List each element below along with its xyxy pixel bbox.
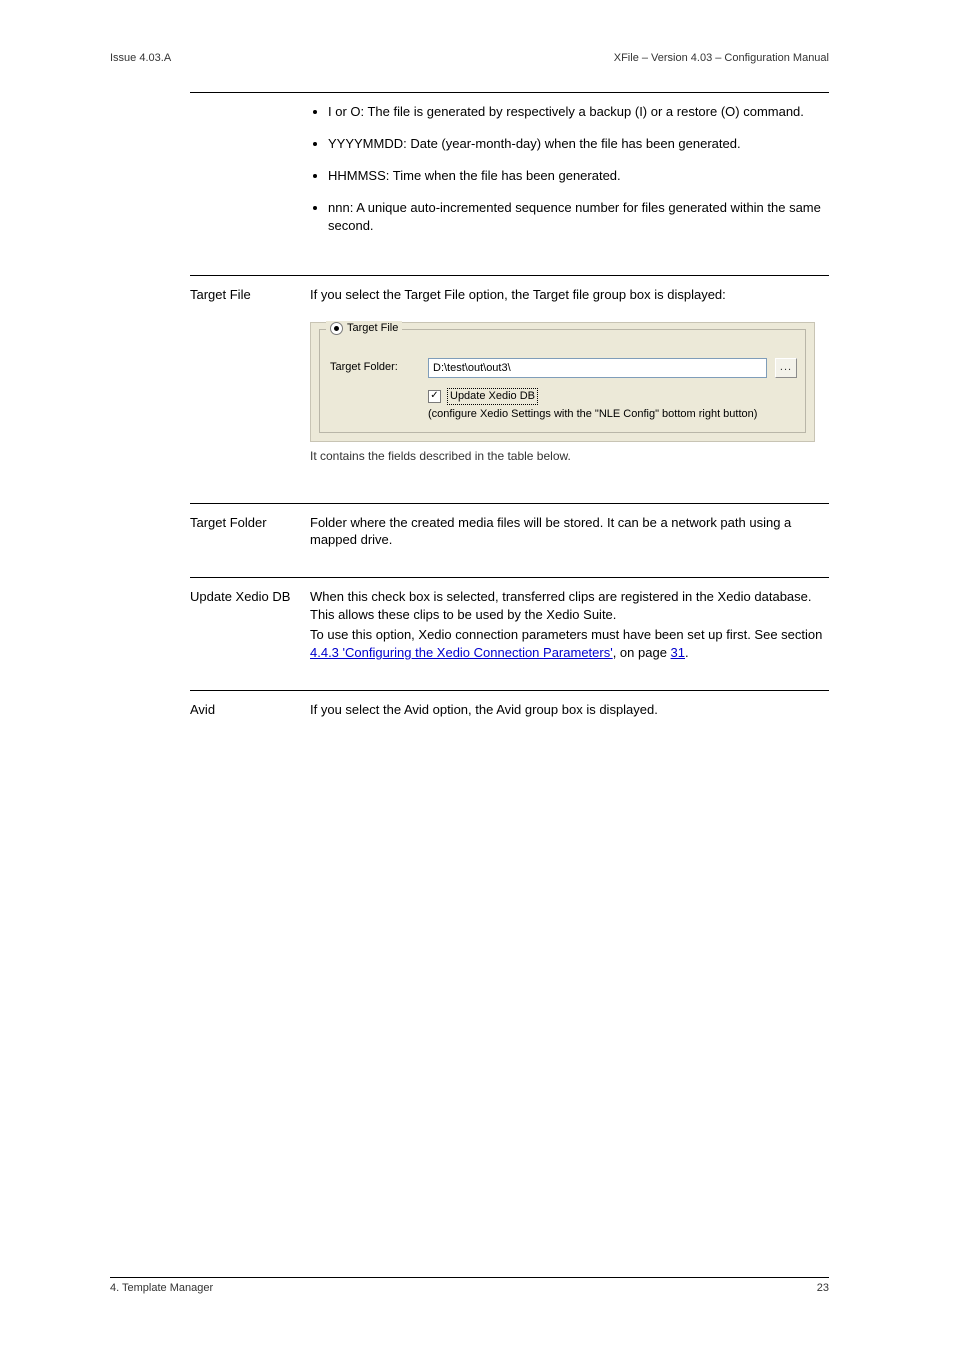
target-folder-label: Target Folder: — [330, 360, 420, 375]
section-row: I or O: The file is generated by respect… — [190, 103, 829, 249]
section-label-avid: Avid — [190, 701, 310, 719]
bullet-list: I or O: The file is generated by respect… — [310, 103, 829, 235]
update-xedio-checkbox-label: Update Xedio DB — [447, 388, 538, 405]
section-intro: If you select the Target File option, th… — [310, 286, 829, 304]
cross-reference-link[interactable]: 4.4.3 'Configuring the Xedio Connection … — [310, 645, 613, 660]
header-left: Issue 4.03.A — [110, 52, 171, 64]
section-row: Target Folder Folder where the created m… — [190, 514, 829, 552]
footer-row: 4. Template Manager 23 — [110, 1282, 829, 1294]
text-fragment: . — [685, 645, 689, 660]
update-xedio-row: ✓ Update Xedio DB — [428, 388, 797, 405]
section-body: When this check box is selected, transfe… — [310, 588, 829, 664]
list-item: nnn: A unique auto-incremented sequence … — [328, 199, 829, 235]
section-rule — [190, 577, 829, 578]
footer-rule — [110, 1277, 829, 1278]
section-text: When this check box is selected, transfe… — [310, 588, 829, 624]
section-label-update-xedio: Update Xedio DB — [190, 588, 310, 606]
section-rule — [190, 503, 829, 504]
xedio-hint: (configure Xedio Settings with the "NLE … — [428, 407, 797, 422]
section-label-target-file: Target File — [190, 286, 310, 304]
list-item: YYYYMMDD: Date (year-month-day) when the… — [328, 135, 829, 153]
text-fragment: , on page — [613, 645, 671, 660]
page-footer: 4. Template Manager 23 — [110, 1277, 829, 1294]
target-file-radio[interactable] — [330, 322, 343, 335]
list-item: HHMMSS: Time when the file has been gene… — [328, 167, 829, 185]
section-rule — [190, 275, 829, 276]
target-file-legend: Target File — [326, 321, 402, 336]
page-header: Issue 4.03.A XFile – Version 4.03 – Conf… — [110, 52, 829, 64]
section-row: Target File If you select the Target Fil… — [190, 286, 829, 477]
footer-page-number: 23 — [817, 1282, 829, 1294]
target-file-radio-label: Target File — [347, 321, 398, 336]
list-item: I or O: The file is generated by respect… — [328, 103, 829, 121]
target-file-groupbox: Target File Target Folder: ... ✓ Update … — [319, 329, 806, 433]
section-body: If you select the Avid option, the Avid … — [310, 701, 829, 721]
section-label-target-folder: Target Folder — [190, 514, 310, 532]
update-xedio-checkbox[interactable]: ✓ — [428, 390, 441, 403]
text-fragment: To use this option, Xedio connection par… — [310, 627, 822, 642]
target-file-panel: Target File Target Folder: ... ✓ Update … — [310, 322, 815, 442]
section-text-with-link: To use this option, Xedio connection par… — [310, 626, 829, 662]
section-row: Update Xedio DB When this check box is s… — [190, 588, 829, 664]
section-rule — [190, 92, 829, 93]
section-body: If you select the Target File option, th… — [310, 286, 829, 477]
page: Issue 4.03.A XFile – Version 4.03 – Conf… — [0, 0, 954, 1350]
section-text: If you select the Avid option, the Avid … — [310, 701, 829, 719]
section-row: Avid If you select the Avid option, the … — [190, 701, 829, 721]
target-folder-row: Target Folder: ... — [330, 358, 797, 378]
section-caption: It contains the fields described in the … — [310, 448, 829, 465]
header-right: XFile – Version 4.03 – Configuration Man… — [614, 52, 829, 64]
page-content: I or O: The file is generated by respect… — [190, 92, 829, 721]
section-rule — [190, 690, 829, 691]
section-body: I or O: The file is generated by respect… — [310, 103, 829, 249]
footer-left: 4. Template Manager — [110, 1282, 213, 1294]
section-body: Folder where the created media files wil… — [310, 514, 829, 552]
target-folder-input[interactable] — [428, 358, 767, 378]
browse-button[interactable]: ... — [775, 358, 797, 378]
section-text: Folder where the created media files wil… — [310, 514, 829, 550]
page-number-link[interactable]: 31 — [671, 645, 685, 660]
